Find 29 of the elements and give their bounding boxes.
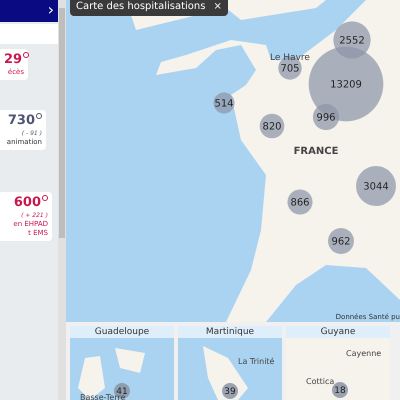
cluster-marker[interactable]: 996 (312, 104, 340, 130)
place-label: FRANCE (294, 146, 338, 157)
info-icon[interactable] (42, 195, 48, 201)
cluster-marker[interactable]: 3044 (356, 166, 396, 206)
cluster-marker[interactable]: 39 (222, 383, 238, 399)
stat-value: 600 (14, 195, 41, 210)
info-icon[interactable] (23, 52, 30, 58)
info-icon[interactable] (36, 113, 42, 119)
stat-value: 730 (8, 113, 35, 128)
chevron-button[interactable]: › (48, 0, 54, 19)
inset-title: Martinique (178, 326, 282, 338)
cluster-marker[interactable]: 820 (260, 114, 284, 138)
cluster-marker[interactable]: 962 (328, 228, 354, 254)
cluster-marker[interactable]: 866 (287, 189, 313, 215)
inset-map[interactable]: Guyane 18 Cayenne Cottica (286, 326, 390, 400)
inset-title: Guyane (286, 326, 390, 338)
place-label: Cottica (306, 377, 334, 386)
stat-value: 29 (4, 52, 22, 67)
place-label: La Trinité (238, 357, 274, 366)
inset-title: Guadeloupe (70, 326, 174, 338)
place-label: Cayenne (346, 349, 382, 358)
cluster-marker[interactable]: 514 (213, 92, 235, 114)
search-strip (0, 24, 58, 44)
scrollbar-thumb[interactable] (59, 8, 65, 238)
inset-map[interactable]: Martinique 39 La Trinité (178, 326, 282, 400)
inset-map[interactable]: Guadeloupe 41 Basse-Terre (70, 326, 174, 400)
tooltip-text: Carte des hospitalisations (76, 0, 206, 14)
cluster-marker[interactable]: 18 (332, 382, 348, 398)
close-button[interactable]: × (213, 0, 222, 14)
